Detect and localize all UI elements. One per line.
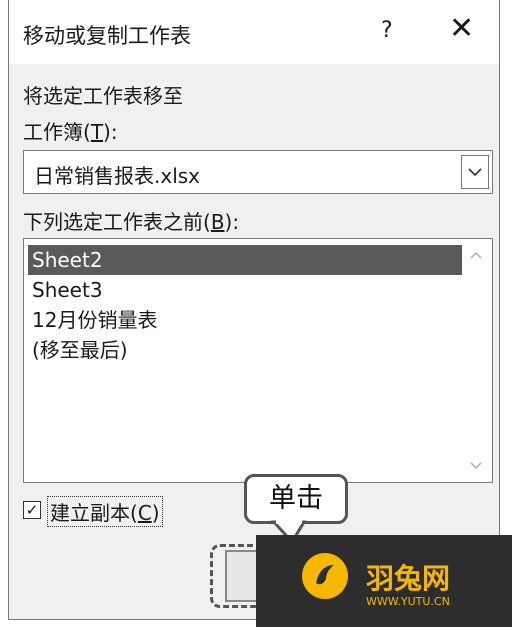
copy-label-prefix: 建立副本( [50,501,138,525]
workbook-label-prefix: 工作簿( [23,120,91,144]
copy-label-suffix: ) [151,501,160,525]
copy-checkbox[interactable]: ✓ [23,501,41,519]
move-to-label: 将选定工作表移至 [23,84,183,108]
before-label-prefix: 下列选定工作表之前( [23,210,211,234]
list-item-sheet3[interactable]: Sheet3 [28,275,462,305]
move-copy-dialog: 移动或复制工作表 ? ✕ 将选定工作表移至 工作簿(T): 日常销售报表.xls… [8,0,500,620]
click-callout: 单击 [244,474,348,524]
watermark-url: WWW.YUTU.CN [366,595,450,608]
dropdown-button[interactable] [461,155,489,189]
title-bar: 移动或复制工作表 ? ✕ [9,0,499,64]
help-button[interactable]: ? [381,18,393,43]
workbook-label-key: T [90,120,104,144]
sheet-listbox[interactable]: Sheet2 Sheet3 12月份销量表 (移至最后) [23,238,493,483]
workbook-label-suffix: ): [103,120,118,144]
close-button[interactable]: ✕ [449,14,474,44]
dialog-title: 移动或复制工作表 [23,24,191,48]
workbook-label: 工作簿(T): [23,116,118,145]
before-label-suffix: ): [224,210,240,234]
scroll-up-icon[interactable] [468,249,484,261]
yutu-logo-icon [302,553,348,599]
list-item-december-sales[interactable]: 12月份销量表 [28,305,462,335]
workbook-value: 日常销售报表.xlsx [34,164,201,188]
copy-label-key: C [137,501,152,525]
watermark-name: 羽兔网 [366,562,451,595]
scroll-down-icon[interactable] [468,460,484,472]
copy-checkbox-label[interactable]: 建立副本(C) [47,496,163,527]
chevron-down-icon [468,168,482,177]
before-sheet-label: 下列选定工作表之前(B): [23,206,239,235]
workbook-select[interactable]: 日常销售报表.xlsx [23,150,493,194]
before-label-key: B [210,210,225,234]
watermark-banner: 羽兔网 WWW.YUTU.CN [256,535,512,627]
list-item-sheet2[interactable]: Sheet2 [28,245,462,275]
list-item-move-to-end[interactable]: (移至最后) [28,335,462,365]
scrollbar[interactable] [464,239,492,482]
